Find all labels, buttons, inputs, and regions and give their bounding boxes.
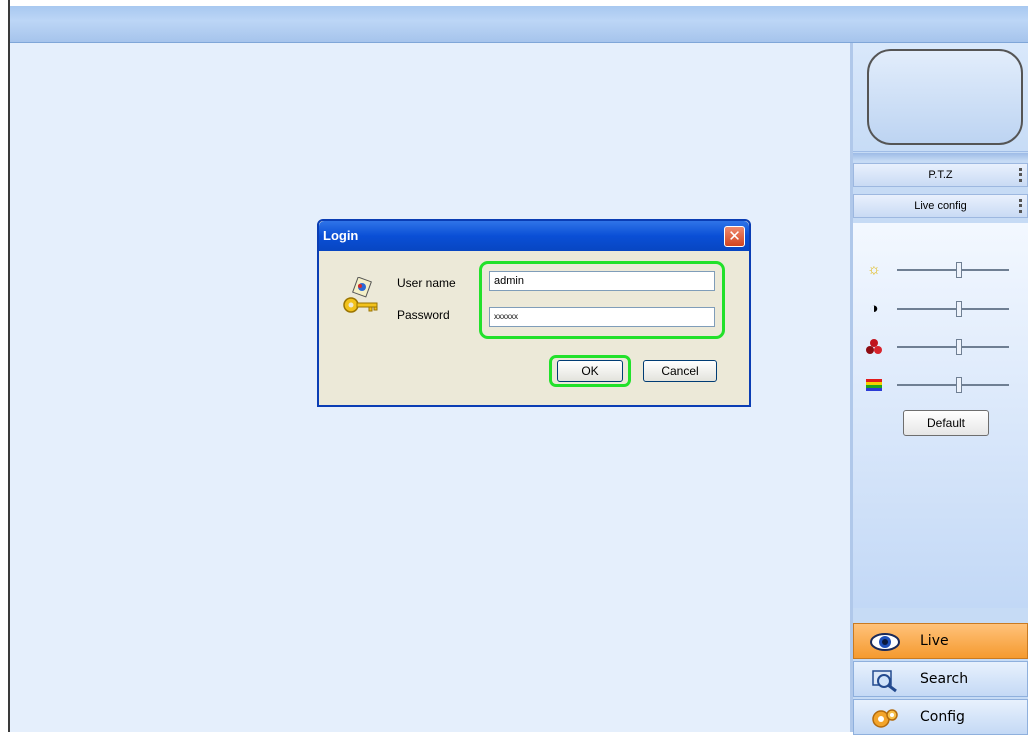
nav-search-button[interactable]: Search	[853, 661, 1028, 697]
preview-screen	[867, 49, 1023, 145]
tab-live-config[interactable]: Live config	[853, 194, 1028, 218]
slider-track	[897, 384, 1009, 386]
nav-live-label: Live	[920, 633, 949, 649]
credentials-highlight	[479, 261, 725, 339]
slider-thumb[interactable]	[955, 262, 962, 278]
saturation-slider[interactable]	[865, 337, 1015, 357]
eye-icon	[870, 631, 900, 653]
slider-track	[897, 308, 1009, 310]
key-icon	[343, 276, 379, 317]
nav-live-button[interactable]: Live	[853, 623, 1028, 659]
slider-thumb[interactable]	[955, 339, 962, 355]
close-button[interactable]: ✕	[724, 226, 745, 247]
hue-slider[interactable]	[865, 375, 1015, 395]
preview-container	[853, 43, 1028, 152]
brightness-icon: ☼	[867, 261, 881, 278]
slider-track	[897, 269, 1009, 271]
nav-config-label: Config	[920, 709, 965, 725]
top-bar	[10, 6, 1028, 43]
config-gear-icon	[870, 707, 900, 729]
grip-icon	[1019, 199, 1025, 213]
grip-icon	[1019, 168, 1025, 182]
search-magnifier-icon	[870, 669, 900, 693]
cancel-button[interactable]: Cancel	[643, 360, 717, 382]
ok-highlight	[549, 355, 631, 387]
nav-search-label: Search	[920, 671, 969, 687]
hue-icon	[865, 376, 883, 394]
slider-track	[897, 346, 1009, 348]
brightness-slider[interactable]: ☼	[865, 260, 1015, 280]
right-panel: P.T.Z Live config ☼ ◑ Default Live Searc…	[853, 43, 1028, 735]
tab-ptz[interactable]: P.T.Z	[853, 163, 1028, 187]
contrast-slider[interactable]: ◑	[865, 299, 1015, 319]
dialog-title-bar: Login ✕	[319, 221, 749, 251]
login-dialog: Login ✕ User name Password admin xxxxxx …	[317, 219, 751, 407]
password-label: Password	[397, 308, 450, 322]
tab-live-config-label: Live config	[914, 200, 967, 212]
slider-thumb[interactable]	[955, 377, 962, 393]
tab-ptz-label: P.T.Z	[928, 169, 953, 181]
contrast-icon: ◑	[869, 300, 879, 317]
nav-config-button[interactable]: Config	[853, 699, 1028, 735]
dialog-title: Login	[323, 228, 359, 243]
slider-thumb[interactable]	[955, 301, 962, 317]
default-button[interactable]: Default	[903, 410, 989, 436]
saturation-icon	[865, 338, 883, 356]
username-label: User name	[397, 276, 456, 290]
panel-separator	[853, 153, 1028, 161]
